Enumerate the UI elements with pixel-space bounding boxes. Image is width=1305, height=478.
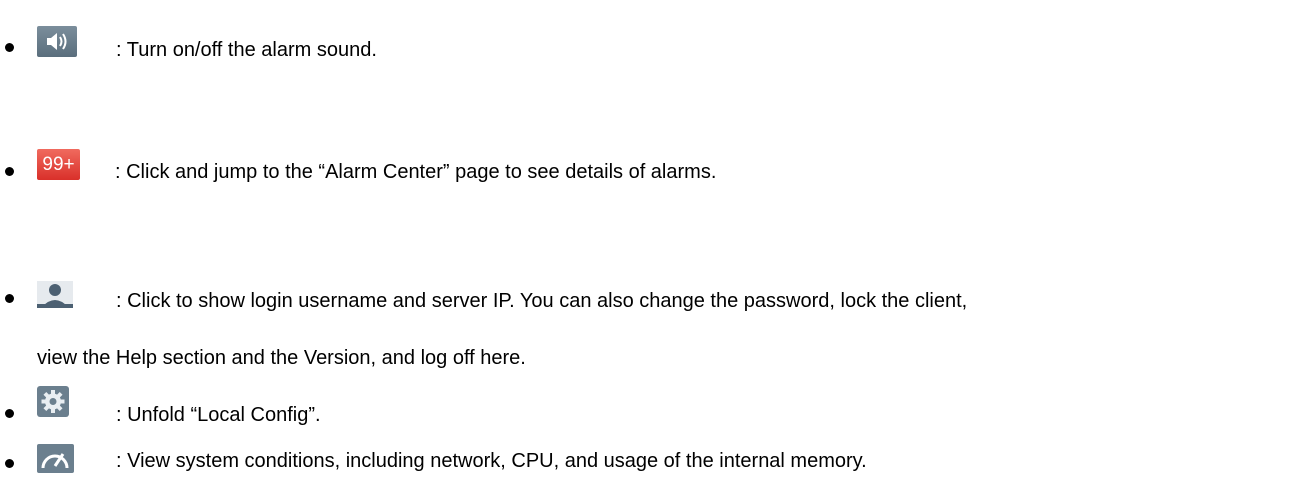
item-text: : Click and jump to the “Alarm Center” p… (115, 161, 717, 183)
bullet (5, 294, 14, 303)
gauge-icon (37, 444, 74, 473)
item-text: : Turn on/off the alarm sound. (116, 39, 377, 61)
bullet (5, 43, 14, 52)
item-text-continuation: view the Help section and the Version, a… (37, 347, 526, 369)
item-text: : View system conditions, including netw… (116, 450, 867, 472)
bullet (5, 167, 14, 176)
alarm-count-badge: 99+ (37, 149, 80, 180)
gear-icon (37, 386, 69, 417)
bullet (5, 459, 14, 468)
bullet (5, 409, 14, 418)
item-text: : Unfold “Local Config”. (116, 404, 321, 426)
item-text: : Click to show login username and serve… (116, 290, 968, 312)
speaker-icon (37, 26, 77, 57)
user-icon (37, 281, 73, 308)
